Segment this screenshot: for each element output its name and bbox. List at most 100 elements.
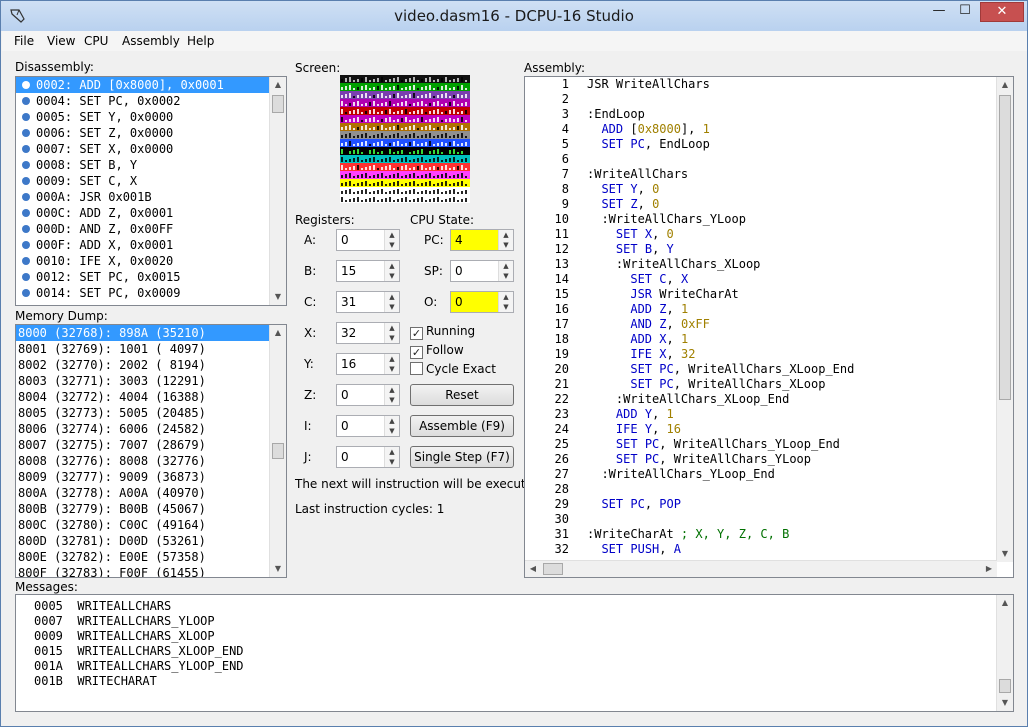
memory-row[interactable]: 800C (32780): C00C (49164): [16, 517, 286, 533]
spin-down-icon[interactable]: ▼: [499, 240, 513, 250]
disassembly-row[interactable]: 0004: SET PC, 0x0002: [16, 93, 286, 109]
code-line[interactable]: SET PC, WriteAllChars_XLoop_End: [587, 362, 854, 377]
spin-up-icon[interactable]: ▲: [385, 447, 399, 457]
spin-down-icon[interactable]: ▼: [385, 426, 399, 436]
checkmark-icon[interactable]: ✓: [410, 346, 423, 359]
assembly-editor[interactable]: 1 2 3 4 5 6 7 8 9 10 11 12 13 14 15 16 17 18 19 20 21 22 23 24 2…: [524, 76, 1014, 578]
code-line[interactable]: [587, 92, 854, 107]
memory-scrollbar[interactable]: ▲ ▼: [269, 325, 286, 577]
code-line[interactable]: ADD [0x8000], 1: [587, 122, 854, 137]
assemble-button[interactable]: Assemble (F9): [410, 415, 514, 437]
scroll-down-icon[interactable]: ▼: [270, 561, 286, 577]
register-input[interactable]: 16 ▲ ▼: [336, 353, 400, 375]
memory-row[interactable]: 8000 (32768): 898A (35210): [16, 325, 286, 341]
code-line[interactable]: SET PC, POP: [587, 497, 854, 512]
disassembly-row[interactable]: 000A: JSR 0x001B: [16, 189, 286, 205]
memory-row[interactable]: 8006 (32774): 6006 (24582): [16, 421, 286, 437]
code-line[interactable]: AND Z, 0xFF: [587, 317, 854, 332]
code-line[interactable]: IFE X, 32: [587, 347, 854, 362]
disassembly-row[interactable]: 000C: ADD Z, 0x0001: [16, 205, 286, 221]
cpu-state-input[interactable]: 0 ▲ ▼: [450, 291, 514, 313]
disassembly-row[interactable]: 0010: IFE X, 0x0020: [16, 253, 286, 269]
editor-vscrollbar[interactable]: ▲ ▼: [996, 77, 1013, 562]
register-input[interactable]: 0 ▲ ▼: [336, 415, 400, 437]
scroll-up-icon[interactable]: ▲: [270, 325, 286, 341]
code-line[interactable]: JSR WriteAllChars: [587, 77, 854, 92]
message-row[interactable]: 001B WRITECHARAT: [16, 674, 1013, 689]
spin-down-icon[interactable]: ▼: [385, 457, 399, 467]
spin-up-icon[interactable]: ▲: [385, 416, 399, 426]
spin-down-icon[interactable]: ▼: [385, 333, 399, 343]
code-line[interactable]: SET Z, 0: [587, 197, 854, 212]
code-line[interactable]: SET PC, WriteAllChars_YLoop: [587, 452, 854, 467]
cpu-state-input[interactable]: 0 ▲ ▼: [450, 260, 514, 282]
reset-button[interactable]: Reset: [410, 384, 514, 406]
spin-up-icon[interactable]: ▲: [385, 323, 399, 333]
disassembly-row[interactable]: 0008: SET B, Y: [16, 157, 286, 173]
memory-row[interactable]: 800E (32782): E00E (57358): [16, 549, 286, 565]
code-line[interactable]: SET PUSH, A: [587, 542, 854, 557]
disassembly-row[interactable]: 0002: ADD [0x8000], 0x0001: [16, 77, 286, 93]
memory-row[interactable]: 800B (32779): B00B (45067): [16, 501, 286, 517]
spin-up-icon[interactable]: ▲: [385, 385, 399, 395]
disassembly-row[interactable]: 000F: ADD X, 0x0001: [16, 237, 286, 253]
message-row[interactable]: 001A WRITEALLCHARS_YLOOP_END: [16, 659, 1013, 674]
memory-row[interactable]: 8005 (32773): 5005 (20485): [16, 405, 286, 421]
memory-dump-list[interactable]: 8000 (32768): 898A (35210) 8001 (32769): …: [15, 324, 287, 578]
code-line[interactable]: :WriteAllChars_YLoop: [587, 212, 854, 227]
disassembly-row[interactable]: 0005: SET Y, 0x0000: [16, 109, 286, 125]
checkbox-icon[interactable]: [410, 362, 423, 375]
memory-row[interactable]: 8004 (32772): 4004 (16388): [16, 389, 286, 405]
disassembly-row[interactable]: 0007: SET X, 0x0000: [16, 141, 286, 157]
menu-cpu[interactable]: CPU: [84, 34, 108, 48]
register-input[interactable]: 15 ▲ ▼: [336, 260, 400, 282]
code-line[interactable]: :WriteAllChars: [587, 167, 854, 182]
memory-row[interactable]: 800F (32783): F00F (61455): [16, 565, 286, 577]
memory-row[interactable]: 8003 (32771): 3003 (12291): [16, 373, 286, 389]
checkmark-icon[interactable]: ✓: [410, 327, 423, 340]
disassembly-row[interactable]: 000D: AND Z, 0x00FF: [16, 221, 286, 237]
spin-down-icon[interactable]: ▼: [385, 364, 399, 374]
code-line[interactable]: :WriteAllChars_XLoop_End: [587, 392, 854, 407]
code-line[interactable]: [587, 152, 854, 167]
code-line[interactable]: JSR WriteCharAt: [587, 287, 854, 302]
minimize-button[interactable]: —: [926, 2, 952, 22]
disassembly-row[interactable]: 0014: SET PC, 0x0009: [16, 285, 286, 301]
code-line[interactable]: ADD Z, 1: [587, 302, 854, 317]
scroll-up-icon[interactable]: ▲: [997, 595, 1013, 611]
code-line[interactable]: SET Y, 0: [587, 182, 854, 197]
disassembly-row[interactable]: 0009: SET C, X: [16, 173, 286, 189]
message-row[interactable]: 0015 WRITEALLCHARS_XLOOP_END: [16, 644, 1013, 659]
memory-row[interactable]: 8001 (32769): 1001 ( 4097): [16, 341, 286, 357]
memory-row[interactable]: 8007 (32775): 7007 (28679): [16, 437, 286, 453]
scroll-left-icon[interactable]: ◀: [525, 561, 541, 577]
scroll-down-icon[interactable]: ▼: [270, 289, 286, 305]
menu-assembly[interactable]: Assembly: [122, 34, 180, 48]
message-row[interactable]: 0009 WRITEALLCHARS_XLOOP: [16, 629, 1013, 644]
option-checkbox[interactable]: ✓ Running: [410, 324, 475, 340]
spin-up-icon[interactable]: ▲: [385, 292, 399, 302]
code-line[interactable]: :WriteCharAt ; X, Y, Z, C, B: [587, 527, 854, 542]
messages-list[interactable]: 0005 WRITEALLCHARS 0007 WRITEALLCHARS_YLO…: [15, 594, 1014, 712]
register-input[interactable]: 32 ▲ ▼: [336, 322, 400, 344]
spin-down-icon[interactable]: ▼: [385, 302, 399, 312]
menu-help[interactable]: Help: [187, 34, 214, 48]
scroll-thumb[interactable]: [272, 95, 284, 113]
code-line[interactable]: SET C, X: [587, 272, 854, 287]
spin-up-icon[interactable]: ▲: [385, 261, 399, 271]
code-line[interactable]: SET PC, EndLoop: [587, 137, 854, 152]
scroll-thumb[interactable]: [272, 443, 284, 459]
messages-scrollbar[interactable]: ▲ ▼: [996, 595, 1013, 711]
option-checkbox[interactable]: ✓ Follow: [410, 343, 464, 359]
spin-up-icon[interactable]: ▲: [499, 230, 513, 240]
code-line[interactable]: [587, 512, 854, 527]
scroll-down-icon[interactable]: ▼: [997, 695, 1013, 711]
register-input[interactable]: 0 ▲ ▼: [336, 446, 400, 468]
spin-up-icon[interactable]: ▲: [499, 261, 513, 271]
option-checkbox[interactable]: Cycle Exact: [410, 362, 496, 376]
disassembly-row[interactable]: 0006: SET Z, 0x0000: [16, 125, 286, 141]
scroll-right-icon[interactable]: ▶: [981, 561, 997, 577]
scroll-up-icon[interactable]: ▲: [270, 77, 286, 93]
spin-up-icon[interactable]: ▲: [499, 292, 513, 302]
code-line[interactable]: :WriteAllChars_YLoop_End: [587, 467, 854, 482]
